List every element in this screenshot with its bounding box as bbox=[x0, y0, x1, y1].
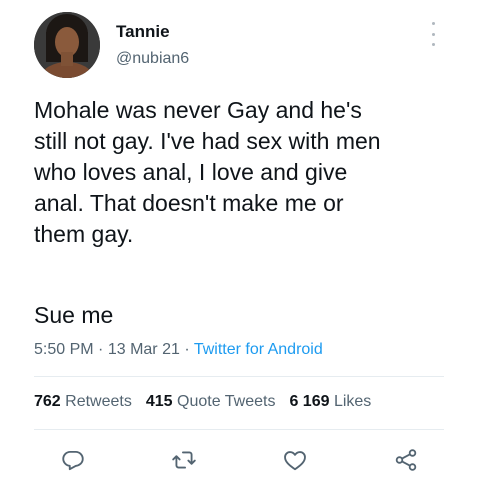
tweet-closing-line: Sue me bbox=[34, 302, 114, 328]
tweet-source-link[interactable]: Twitter for Android bbox=[194, 341, 323, 358]
likes-count: 6 169 bbox=[289, 393, 330, 410]
user-handle[interactable]: @nubian6 bbox=[116, 50, 189, 68]
quote-tweets-count: 415 bbox=[145, 393, 173, 410]
retweets-label: Retweets bbox=[65, 393, 132, 410]
tweet-stats: 762 Retweets 415 Quote Tweets 6 169 Likes bbox=[34, 393, 371, 411]
like-icon[interactable] bbox=[282, 447, 308, 473]
tweet-line: them gay. bbox=[34, 221, 134, 247]
likes-stat[interactable]: 6 169 Likes bbox=[289, 393, 371, 410]
reply-icon[interactable] bbox=[60, 447, 86, 473]
likes-label: Likes bbox=[333, 393, 372, 410]
tweet-date[interactable]: 13 Mar 21 bbox=[108, 341, 180, 358]
retweets-stat[interactable]: 762 Retweets bbox=[34, 393, 132, 410]
share-icon[interactable] bbox=[393, 447, 419, 473]
meta-separator: · bbox=[184, 341, 190, 358]
tweet-meta: 5:50 PM · 13 Mar 21 · Twitter for Androi… bbox=[34, 341, 323, 359]
tweet-line: Mohale was never Gay and he's bbox=[34, 97, 362, 123]
retweet-icon[interactable] bbox=[171, 447, 197, 473]
tweet-text: Mohale was never Gay and he's still not … bbox=[34, 95, 464, 250]
quote-tweets-stat[interactable]: 415 Quote Tweets bbox=[146, 393, 276, 410]
avatar[interactable] bbox=[34, 12, 100, 78]
tweet-line: who loves anal, I love and give bbox=[34, 159, 348, 185]
meta-separator: · bbox=[98, 341, 104, 358]
retweets-count: 762 bbox=[34, 393, 61, 410]
divider bbox=[34, 429, 444, 430]
divider bbox=[34, 376, 444, 377]
display-name[interactable]: Tannie bbox=[116, 22, 170, 42]
tweet-line: anal. That doesn't make me or bbox=[34, 190, 344, 216]
quote-tweets-label: Quote Tweets bbox=[177, 393, 276, 410]
more-options-icon[interactable] bbox=[426, 22, 440, 46]
tweet-time[interactable]: 5:50 PM bbox=[34, 341, 94, 358]
tweet-line: still not gay. I've had sex with men bbox=[34, 128, 381, 154]
